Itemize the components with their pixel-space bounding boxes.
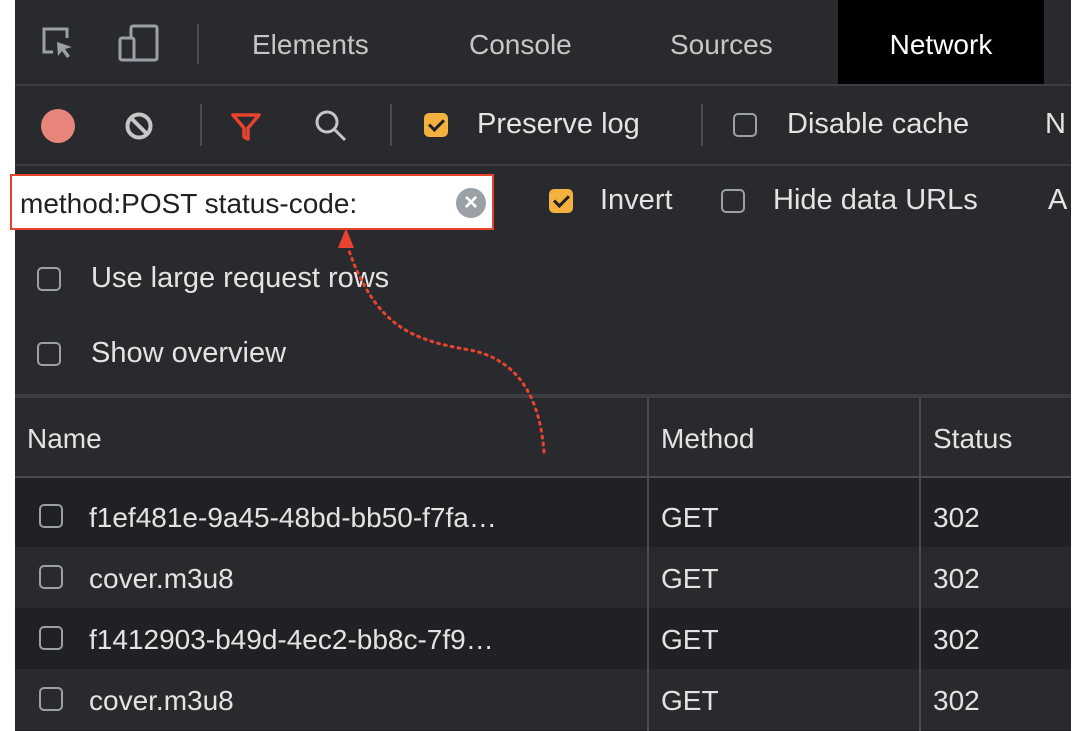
preserve-log-checkbox[interactable] (424, 113, 448, 137)
clear-icon[interactable] (124, 111, 154, 141)
request-name: f1412903-b49d-4ec2-bb8c-7f9… (89, 624, 494, 655)
request-row-checkbox[interactable] (39, 565, 63, 589)
tab-console[interactable]: Console (469, 0, 572, 84)
large-rows-label: Use large request rows (91, 262, 390, 294)
large-rows-checkbox[interactable] (37, 267, 61, 291)
disable-cache-checkbox[interactable] (733, 113, 757, 137)
toolbar-separator (200, 104, 202, 146)
filter-input-value: method:POST status-code: (20, 188, 358, 219)
request-row-checkbox[interactable] (39, 687, 63, 711)
network-settings: Use large request rows Show overview (15, 240, 1071, 398)
column-divider[interactable] (919, 398, 921, 731)
toolbar-separator (390, 104, 392, 146)
request-name: f1ef481e-9a45-48bd-bb50-f7fa… (89, 502, 497, 533)
throttling-label-overflow: N (1045, 108, 1066, 140)
devtools-panel: Elements Console Sources Network Preserv… (15, 0, 1071, 731)
clear-filter-icon[interactable]: × (456, 188, 486, 218)
invert-label: Invert (600, 184, 673, 216)
request-status: 302 (933, 502, 980, 533)
show-overview-label: Show overview (91, 337, 287, 369)
request-name: cover.m3u8 (89, 685, 234, 716)
column-header-name[interactable]: Name (27, 398, 102, 476)
request-method: GET (661, 624, 719, 655)
table-row[interactable]: cover.m3u8 GET 302 (15, 547, 1071, 608)
column-header-status[interactable]: Status (933, 398, 1012, 476)
request-status: 302 (933, 685, 980, 716)
preserve-log-label: Preserve log (477, 108, 640, 140)
show-overview-checkbox[interactable] (37, 342, 61, 366)
column-divider[interactable] (647, 398, 649, 731)
tab-sources[interactable]: Sources (670, 0, 773, 84)
tab-network[interactable]: Network (838, 0, 1044, 84)
disable-cache-label: Disable cache (787, 108, 970, 140)
hide-data-urls-label: Hide data URLs (773, 184, 978, 216)
record-button[interactable] (41, 109, 75, 143)
table-row[interactable]: f1412903-b49d-4ec2-bb8c-7f9… GET 302 (15, 608, 1071, 669)
table-row[interactable]: f1ef481e-9a45-48bd-bb50-f7fa… GET 302 (15, 486, 1071, 547)
tab-separator (197, 24, 199, 64)
invert-checkbox[interactable] (549, 189, 573, 213)
request-status: 302 (933, 624, 980, 655)
request-status: 302 (933, 563, 980, 594)
request-name: cover.m3u8 (89, 563, 234, 594)
network-toolbar: Preserve log Disable cache N (15, 86, 1071, 166)
tab-elements[interactable]: Elements (252, 0, 369, 84)
hide-data-urls-checkbox[interactable] (721, 189, 745, 213)
device-toolbar-icon[interactable] (117, 24, 161, 62)
filter-icon[interactable] (230, 111, 262, 143)
devtools-tab-bar: Elements Console Sources Network (15, 0, 1071, 86)
request-table-header: Name Method Status (15, 398, 1071, 478)
column-header-method[interactable]: Method (661, 398, 754, 476)
search-icon[interactable] (313, 108, 349, 144)
inspect-element-icon[interactable] (41, 26, 75, 60)
filter-bar-overflow-label: A (1048, 184, 1068, 216)
toolbar-separator (701, 104, 703, 146)
request-row-checkbox[interactable] (39, 626, 63, 650)
request-method: GET (661, 502, 719, 533)
request-method: GET (661, 563, 719, 594)
request-row-checkbox[interactable] (39, 504, 63, 528)
request-method: GET (661, 685, 719, 716)
filter-input[interactable]: method:POST status-code: × (10, 174, 494, 230)
table-row[interactable]: cover.m3u8 GET 302 (15, 669, 1071, 730)
